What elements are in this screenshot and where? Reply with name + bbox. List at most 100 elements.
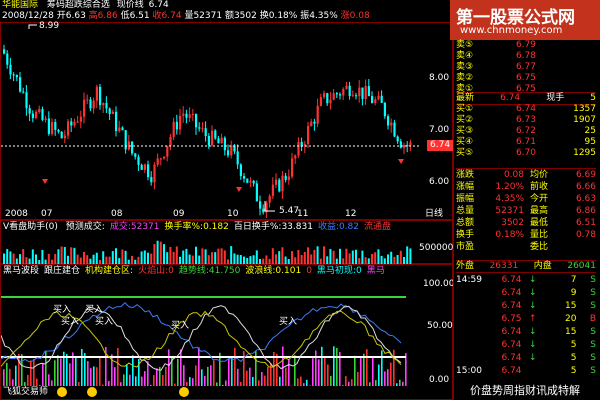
- buy-row[interactable]: 买① 6.74 1357: [456, 104, 596, 115]
- y-tick-6: 6.00: [429, 177, 450, 187]
- candle-body: [284, 175, 287, 180]
- quote-panel: 第一股票公式网 www.chnmoney.com 卖⑤ 6.79 卖④ 6.78 卖③ 6…: [450, 0, 600, 400]
- buy-row[interactable]: 买④ 6.71 95: [456, 137, 596, 148]
- indicator-bar: [87, 361, 89, 386]
- stat-value: 4.35%: [495, 194, 524, 204]
- volume-bars: [3, 240, 412, 264]
- bottom-slogan: 价盘势周指财讯成特解: [470, 384, 580, 397]
- sell-row[interactable]: 卖⑤ 6.79: [456, 40, 596, 51]
- candle-body: [47, 118, 50, 134]
- candle-body: [99, 86, 102, 106]
- stat-key: 前收: [530, 182, 549, 192]
- stat-row: 涨幅 1.20% 前收 6.66: [456, 182, 596, 193]
- candle-body: [383, 102, 386, 117]
- indicator-panel[interactable]: 黑马波段 跟庄建仓 机构建仓区: 火焰山:0 趋势线:41.750 波浪线:0.101 0 黑…: [0, 264, 455, 400]
- candle-body: [294, 155, 297, 159]
- volume-panel-label[interactable]: V看盘助手(0): [3, 222, 58, 232]
- volume-bar: [143, 250, 146, 264]
- volume-bar: [124, 250, 127, 264]
- candlestick-series: [3, 44, 412, 219]
- candle-body: [313, 121, 316, 124]
- indicator-bar: [36, 378, 38, 386]
- candle-body: [105, 103, 108, 109]
- buy-row[interactable]: 买⑤ 6.70 1295: [456, 148, 596, 159]
- indicator-svg: [1, 296, 407, 386]
- indicator-bar: [363, 353, 365, 386]
- tick-list[interactable]: 14:59 6.74 ↓ 7 S 6.74 ↓ 9 S 6.74 ↓ 15 S 6.75 ↑ 20 B 6.74 ↓…: [456, 274, 596, 378]
- tick-side: S: [590, 353, 596, 363]
- candle-body: [195, 113, 198, 128]
- candle-body: [134, 153, 137, 157]
- candle-body: [182, 113, 185, 116]
- volume-bar: [111, 251, 114, 264]
- indicator-bar: [129, 374, 131, 386]
- stock-name[interactable]: 华能国际: [2, 0, 38, 10]
- stat-key: 振幅: [456, 194, 475, 204]
- indicator-bar: [24, 382, 26, 386]
- buy-label: 买①: [456, 104, 474, 114]
- volume-bar: [361, 250, 364, 264]
- sell-row[interactable]: 卖③ 6.77: [456, 62, 596, 73]
- volume-bar: [41, 249, 44, 264]
- buy-label-1: 买入: [53, 305, 72, 315]
- indicator-name[interactable]: 筹码超跌综合选: [47, 0, 110, 10]
- volume-bar: [345, 248, 348, 264]
- sell-row[interactable]: 卖④ 6.78: [456, 51, 596, 62]
- candle-body: [28, 108, 31, 114]
- tick-direction: [529, 365, 539, 378]
- indicator-bar: [90, 368, 92, 386]
- tick-price: 6.74: [501, 288, 522, 298]
- tick-time: [456, 352, 484, 365]
- indicator-bar: [165, 366, 167, 386]
- volume-bar: [172, 251, 175, 264]
- indicator-bar: [222, 384, 224, 386]
- indicator-bar: [186, 381, 188, 386]
- candle-body: [396, 136, 399, 142]
- volume-bar: [351, 250, 354, 264]
- candle-body: [297, 141, 300, 156]
- candle-body: [44, 118, 47, 120]
- stat-key: 委比: [530, 242, 549, 252]
- buy-row[interactable]: 买② 6.73 1907: [456, 115, 596, 126]
- volume-bar: [147, 252, 149, 264]
- stat-key: 均价: [530, 170, 549, 180]
- buy-volume: 25: [584, 126, 596, 136]
- buy-volume: 95: [584, 137, 596, 147]
- buy-row[interactable]: 买③ 6.72 25: [456, 126, 596, 137]
- sell-row[interactable]: 卖② 6.75: [456, 73, 596, 84]
- volume-bar: [364, 257, 367, 264]
- candle-body: [67, 121, 70, 136]
- price-chart-panel[interactable]: 8.99 5.47 8.00 7.00 6.00 6.74 2008 07 08…: [0, 21, 454, 220]
- candle-body: [111, 111, 114, 114]
- candle-body: [140, 164, 143, 170]
- indicator-bar: [48, 374, 50, 386]
- indicator-bar: [102, 384, 104, 386]
- volume-bar: [300, 255, 303, 264]
- indicator-bar: [318, 359, 320, 386]
- tick-volume: 9: [570, 288, 577, 298]
- candle-body: [143, 164, 146, 170]
- buy-label: 买④: [456, 137, 474, 147]
- tick-time: [456, 326, 484, 339]
- indicator-bar: [117, 347, 119, 386]
- candle-body: [89, 99, 92, 109]
- tick-row: 6.74 ↓ 5 S: [456, 352, 596, 365]
- candle-body: [390, 122, 393, 126]
- volume-panel[interactable]: V看盘助手(0) 预测成交: 成交:52371 换手率%:0.182 百日换手%:33…: [0, 220, 453, 264]
- indicator-bar: [174, 383, 176, 386]
- buy-orders: 买① 6.74 1357 买② 6.73 1907 买③ 6.72 25 买④ 6.71 95 买⑤ 6.…: [456, 104, 596, 159]
- candle-body: [323, 93, 326, 98]
- indicator-bar: [66, 354, 68, 386]
- day-line-label[interactable]: 日线: [425, 209, 443, 220]
- volume-bar: [31, 249, 34, 264]
- indicator-bar: [378, 364, 380, 386]
- indicator-bar: [75, 357, 77, 386]
- indicator-bar: [354, 355, 356, 386]
- sell-label: 卖②: [456, 73, 474, 83]
- indicator-bar: [177, 358, 179, 386]
- candle-body: [409, 142, 412, 146]
- tick-time: [456, 287, 484, 300]
- indicator-bar: [333, 346, 335, 386]
- indicator-bar: [234, 347, 236, 386]
- buy-label: 买③: [456, 126, 474, 136]
